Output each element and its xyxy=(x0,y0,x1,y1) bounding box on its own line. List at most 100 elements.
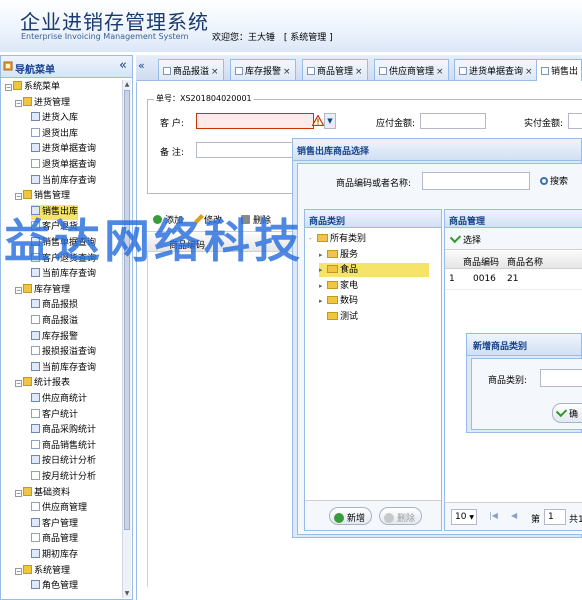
delete-category-button[interactable]: 删除 xyxy=(379,507,423,525)
tree-toggle-icon[interactable]: - xyxy=(309,232,317,246)
tab-scroll-left-icon[interactable]: « xyxy=(138,59,145,72)
paid-input[interactable] xyxy=(568,113,582,129)
confirm-button[interactable]: 确 xyxy=(552,403,582,423)
add-category-button[interactable]: 新增 xyxy=(329,507,373,525)
sidebar-item[interactable]: 退货单据查询 xyxy=(31,158,96,173)
sidebar-item-label: 进货单据查询 xyxy=(42,144,97,155)
tree-toggle-icon[interactable]: − xyxy=(15,286,22,294)
tab-close-icon[interactable]: × xyxy=(355,67,363,77)
sidebar-item[interactable]: 库存报警 xyxy=(31,330,78,345)
sidebar-root[interactable]: − 系统菜单 xyxy=(5,80,60,95)
remark-input[interactable] xyxy=(196,142,296,158)
column-header[interactable]: 商品编码 xyxy=(463,255,499,268)
sidebar-item[interactable]: 报损报溢查询 xyxy=(31,345,96,360)
sidebar-item[interactable]: 按月统计分析 xyxy=(31,470,96,485)
sidebar-group[interactable]: − 销售管理 xyxy=(15,189,70,204)
payable-input[interactable] xyxy=(420,113,486,129)
page-size-select[interactable]: 10 ▼ xyxy=(451,509,477,525)
sidebar-item[interactable]: 期初库存 xyxy=(31,548,78,563)
sidebar-scrollbar[interactable]: ▲ ▼ xyxy=(122,80,131,598)
sidebar-item[interactable]: 当前库存查询 xyxy=(31,361,96,376)
tab-item[interactable]: 商品报溢 × xyxy=(158,59,224,80)
tab-item[interactable]: 供应商管理 × xyxy=(374,59,449,80)
page-icon xyxy=(31,424,40,434)
column-header[interactable]: 商品名称 xyxy=(507,255,543,268)
sidebar-group[interactable]: − 统计报表 xyxy=(15,376,70,391)
sidebar-item[interactable]: 客户统计 xyxy=(31,408,78,423)
tree-toggle-icon[interactable]: − xyxy=(15,193,22,201)
tab-bar: « 商品报溢 × 库存报警 × 商品管理 × 供应商管理 × 进货单据查询 × 销售出 xyxy=(136,55,582,81)
sidebar-item[interactable]: 进货入库 xyxy=(31,111,78,126)
sidebar-item-label: 当前库存查询 xyxy=(42,362,97,373)
sidebar-item[interactable]: 商品报溢 xyxy=(31,314,78,329)
folder-icon xyxy=(23,190,32,200)
tab-item[interactable]: 进货单据查询 × xyxy=(454,59,538,80)
folder-icon xyxy=(23,377,32,387)
tree-toggle-icon[interactable]: − xyxy=(5,84,12,91)
customer-dropdown-icon[interactable]: ▼ xyxy=(324,113,336,129)
scroll-up-icon[interactable]: ▲ xyxy=(123,81,131,88)
category-tree-item[interactable]: ▸ 食品 xyxy=(319,263,429,277)
category-tree-item[interactable]: 测试 xyxy=(319,310,358,324)
first-page-icon[interactable]: |◀ xyxy=(489,511,498,520)
sidebar-item[interactable]: 商品销售统计 xyxy=(31,439,96,454)
search-button[interactable]: 搜索 xyxy=(540,174,568,187)
page-icon xyxy=(31,455,40,465)
tab-close-icon[interactable]: × xyxy=(211,67,219,77)
category-label: 家电 xyxy=(340,280,359,291)
page-number-input[interactable]: 1 xyxy=(544,509,566,525)
sidebar-item-label: 报损报溢查询 xyxy=(42,347,97,358)
tree-toggle-icon[interactable]: − xyxy=(15,567,22,575)
sidebar-item[interactable]: 按日统计分析 xyxy=(31,454,96,469)
tab-item-active[interactable]: 销售出 xyxy=(536,59,582,81)
sidebar-group[interactable]: − 系统管理 xyxy=(15,564,70,579)
tab-item[interactable]: 商品管理 × xyxy=(302,59,368,80)
category-tree-item[interactable]: - 所有类别 xyxy=(309,232,366,246)
folder-icon xyxy=(327,249,338,258)
sidebar-group[interactable]: − 进货管理 xyxy=(15,96,70,111)
category-tree-item[interactable]: ▸ 家电 xyxy=(319,279,358,293)
tab-close-icon[interactable]: × xyxy=(283,67,291,77)
tree-toggle-icon[interactable]: − xyxy=(15,99,22,107)
prev-page-icon[interactable]: ◀ xyxy=(511,511,517,520)
select-button[interactable]: 选择 xyxy=(449,231,481,246)
new-category-dialog-title[interactable]: 新增商品类别 xyxy=(467,334,581,356)
page-icon xyxy=(31,315,40,324)
sidebar-item[interactable]: 商品管理 xyxy=(31,532,78,547)
tree-toggle-icon[interactable]: ▸ xyxy=(319,279,327,293)
sidebar-group[interactable]: − 库存管理 xyxy=(15,283,70,298)
customer-input[interactable] xyxy=(196,113,314,129)
table-row[interactable]: 1 0016 21 xyxy=(445,270,582,290)
sidebar-collapse-icon[interactable]: « xyxy=(119,58,127,73)
sidebar-item[interactable]: 进货单据查询 xyxy=(31,142,96,157)
scroll-down-icon[interactable]: ▼ xyxy=(123,590,131,597)
user-role[interactable]: [ 系统管理 ] xyxy=(284,33,333,43)
tab-page-icon xyxy=(541,67,549,75)
tab-item[interactable]: 库存报警 × xyxy=(230,59,296,80)
sidebar-item[interactable]: 商品采购统计 xyxy=(31,423,96,438)
sidebar-item[interactable]: 退货出库 xyxy=(31,127,78,142)
search-input[interactable] xyxy=(422,172,530,190)
tree-toggle-icon[interactable]: ▸ xyxy=(319,263,327,277)
category-tree-item[interactable]: ▸ 数码 xyxy=(319,294,358,308)
tab-close-icon[interactable]: × xyxy=(525,67,533,77)
sidebar-group[interactable]: − 基础资料 xyxy=(15,486,70,501)
sidebar-item[interactable]: 角色管理 xyxy=(31,579,78,594)
sidebar-item-label: 基础资料 xyxy=(34,487,71,498)
sidebar-item[interactable]: 当前库存查询 xyxy=(31,174,96,189)
dialog-title[interactable]: 销售出库商品选择 xyxy=(293,139,581,161)
sidebar-item[interactable]: 供应商统计 xyxy=(31,392,87,407)
sidebar-item[interactable]: 客户管理 xyxy=(31,517,78,532)
sidebar-item[interactable]: 商品报损 xyxy=(31,298,78,313)
tab-close-icon[interactable]: × xyxy=(436,67,444,77)
category-name-input[interactable] xyxy=(540,369,582,387)
sidebar-item-label: 库存报警 xyxy=(42,331,79,342)
tree-toggle-icon[interactable]: ▸ xyxy=(319,294,327,308)
sidebar-item[interactable]: 供应商管理 xyxy=(31,501,87,516)
tree-toggle-icon[interactable]: ▸ xyxy=(319,248,327,262)
category-tree-item[interactable]: ▸ 服务 xyxy=(319,248,358,262)
scrollbar-thumb[interactable] xyxy=(124,90,130,530)
tab-label: 商品管理 xyxy=(317,67,354,77)
tree-toggle-icon[interactable]: − xyxy=(15,380,22,388)
tree-toggle-icon[interactable]: − xyxy=(15,489,22,497)
